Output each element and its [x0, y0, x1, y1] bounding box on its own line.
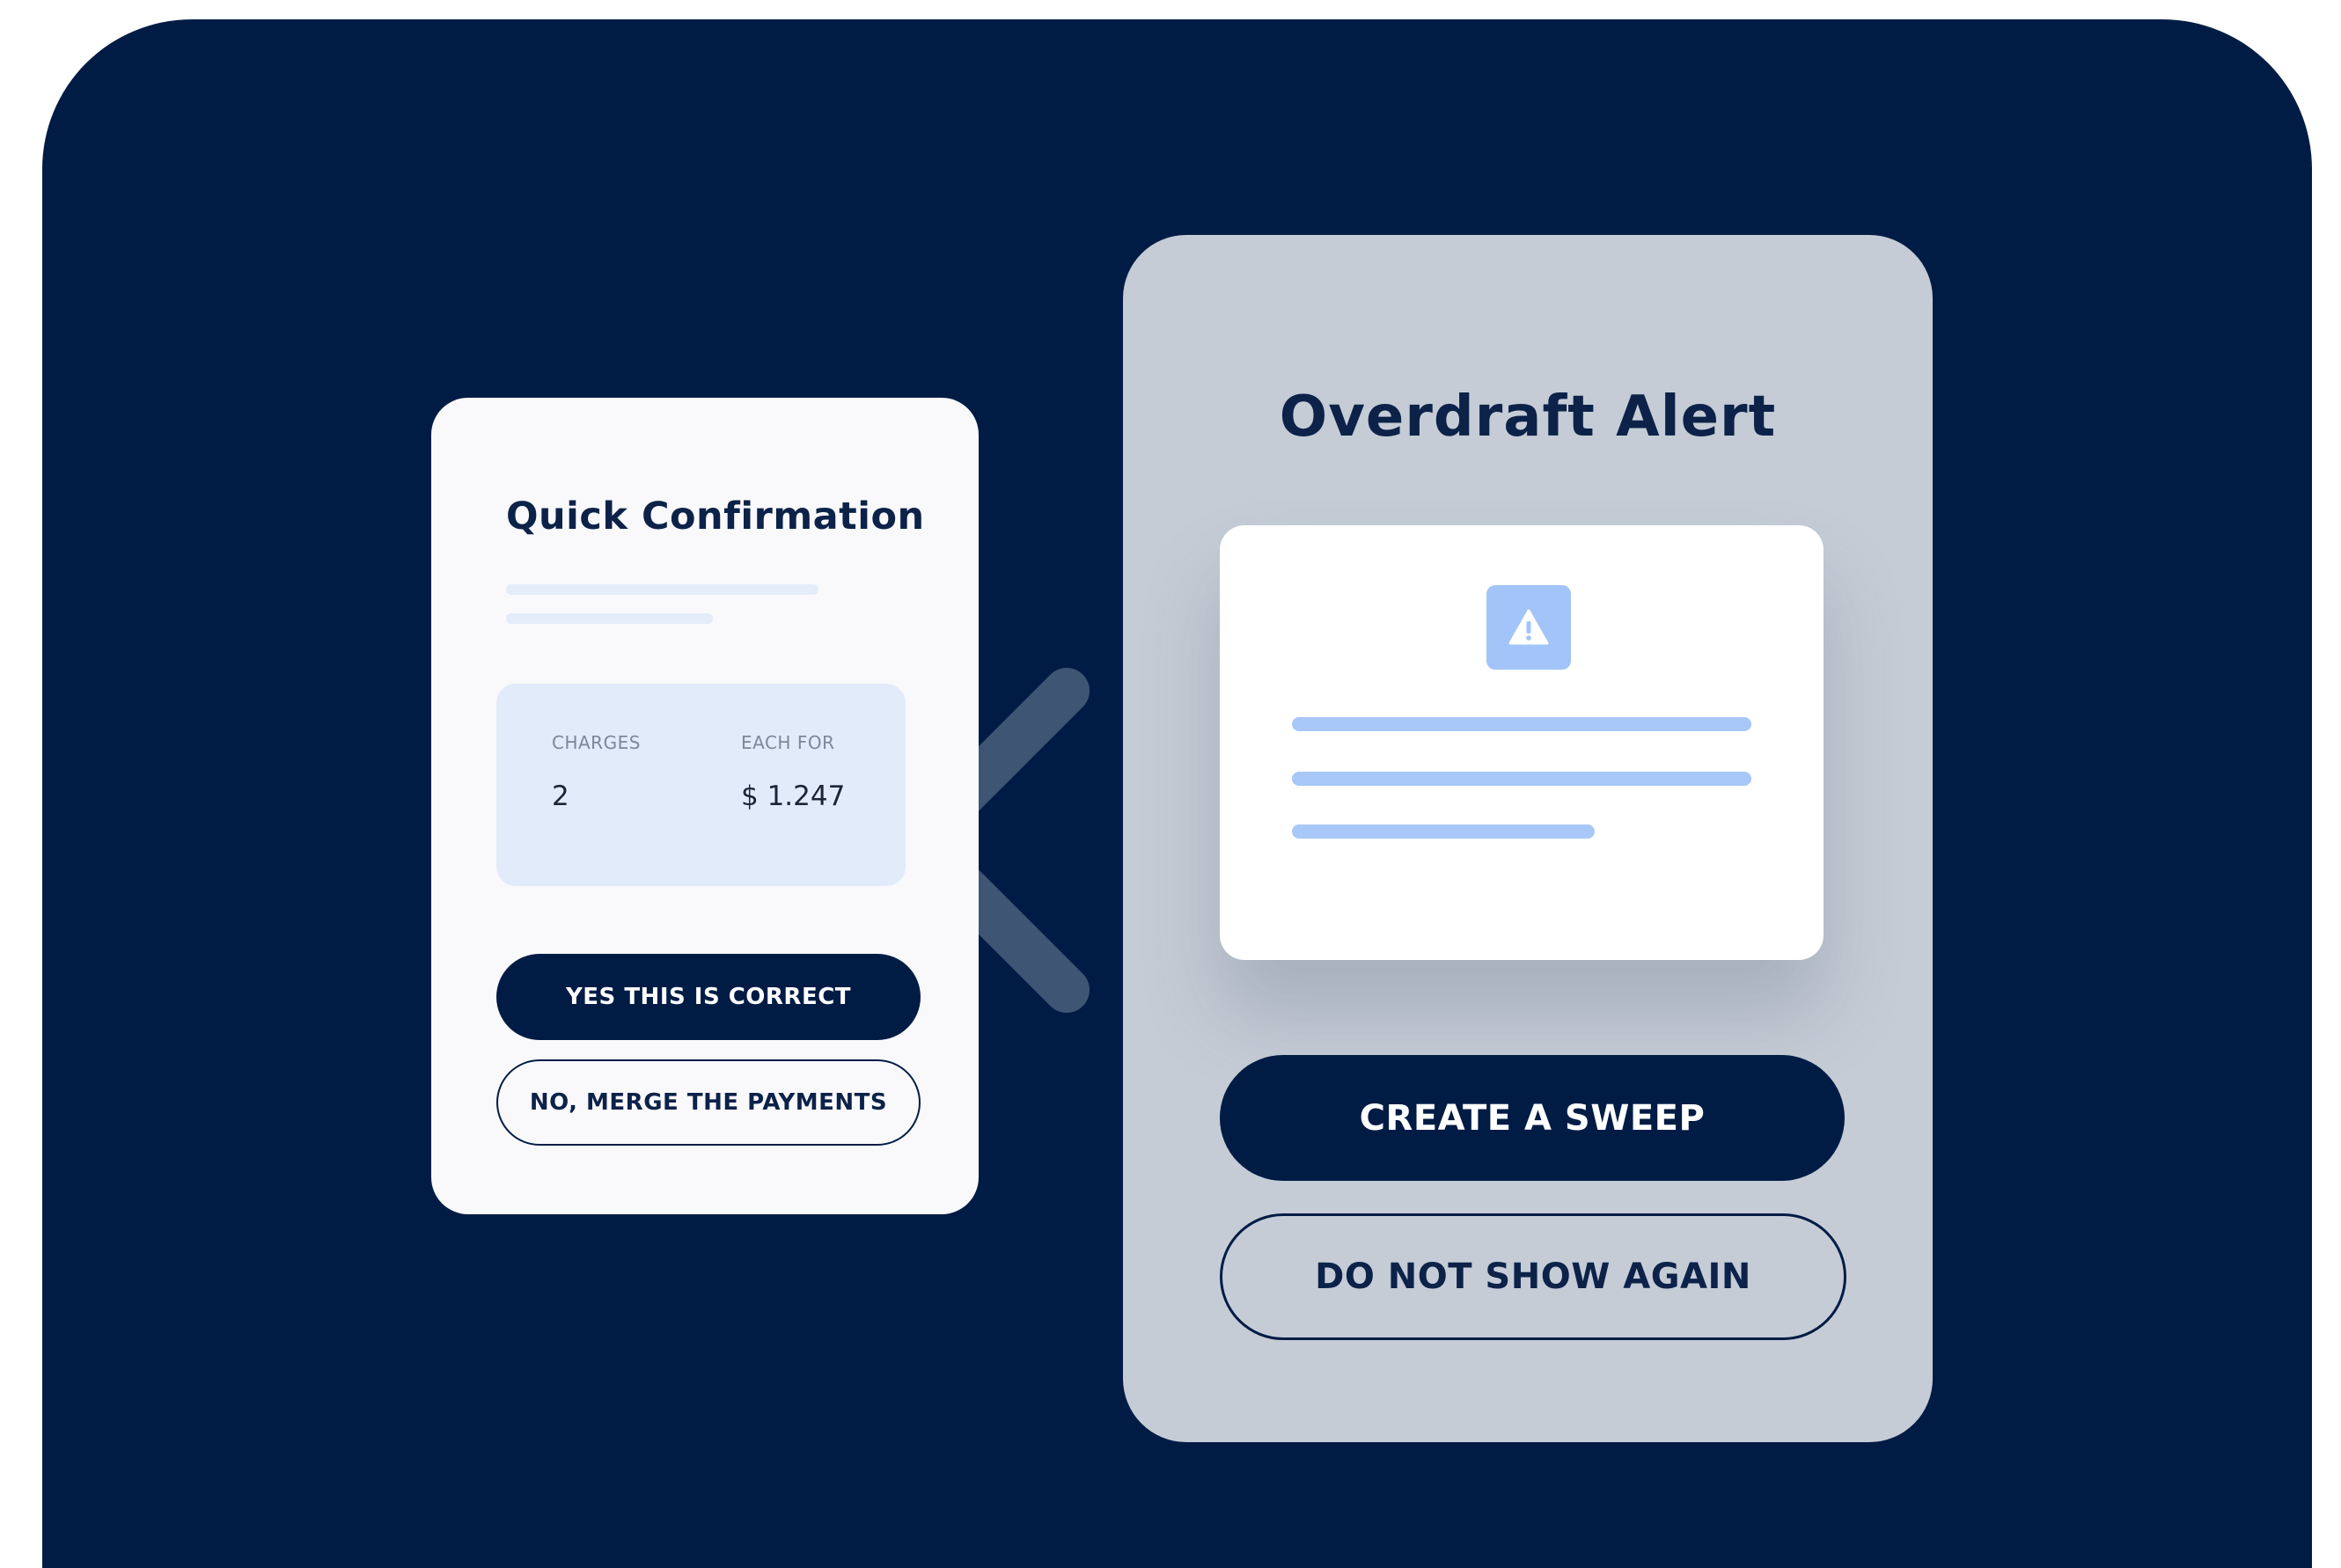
charges-label: CHARGES [552, 732, 641, 753]
do-not-show-again-button[interactable]: DO NOT SHOW AGAIN [1220, 1213, 1846, 1340]
overdraft-alert-card: Overdraft Alert CREATE A SWEEP DO NOT SH… [1123, 235, 1933, 1442]
subtitle-placeholder-line [506, 584, 818, 595]
message-placeholder-line [1292, 772, 1751, 786]
merge-payments-button[interactable]: NO, MERGE THE PAYMENTS [496, 1059, 921, 1146]
subtitle-placeholder-line [506, 613, 713, 624]
warning-icon [1486, 585, 1571, 670]
each-for-label: EACH FOR [741, 732, 835, 753]
overdraft-alert-title: Overdraft Alert [1279, 385, 1777, 450]
quick-confirmation-card: Quick Confirmation CHARGES 2 EACH FOR $ … [431, 398, 979, 1214]
charge-summary: CHARGES 2 EACH FOR $ 1.247 [496, 684, 906, 886]
charges-value: 2 [552, 780, 569, 812]
message-placeholder-line [1292, 717, 1751, 731]
create-sweep-button[interactable]: CREATE A SWEEP [1220, 1055, 1845, 1181]
message-placeholder-line [1292, 824, 1595, 839]
quick-confirmation-title: Quick Confirmation [506, 495, 925, 539]
each-for-value: $ 1.247 [741, 780, 846, 812]
confirm-correct-button[interactable]: YES THIS IS CORRECT [496, 954, 921, 1040]
alert-message-panel [1220, 525, 1824, 960]
